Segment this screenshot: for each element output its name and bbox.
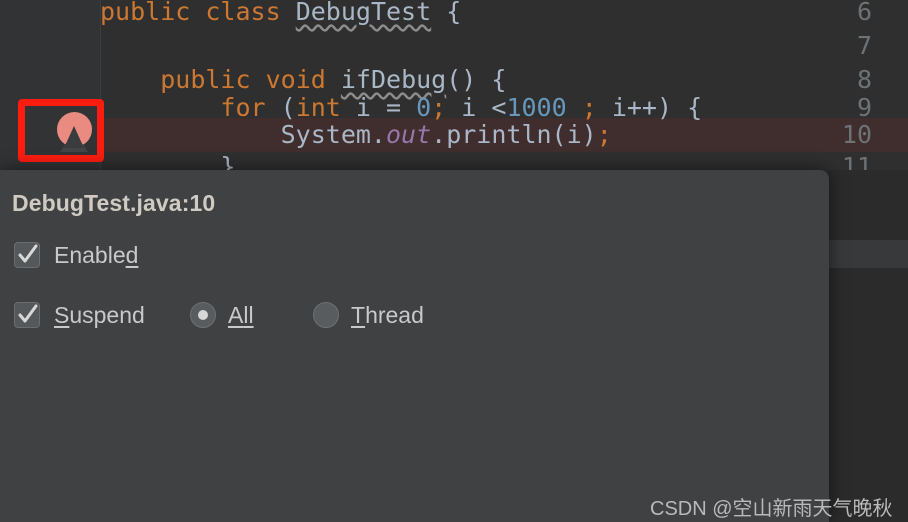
token-keyword-void: void — [265, 65, 326, 94]
check-icon — [18, 304, 38, 323]
watermark: CSDN @空山新雨天气晚秋 — [650, 498, 893, 520]
token-keyword-class: class — [205, 0, 281, 26]
suspend-thread-mnemonic: T — [351, 302, 366, 328]
token-out: out — [385, 120, 432, 149]
token-open-brace: { — [446, 0, 462, 26]
check-icon — [18, 244, 38, 263]
line-number-7: 7 — [856, 31, 872, 60]
editor-right-background-bottom — [828, 268, 908, 522]
suspend-thread-label[interactable]: Thread — [351, 302, 424, 329]
editor-right-background-band — [828, 240, 908, 268]
token-type-debugtest: DebugTest — [295, 0, 432, 26]
suspend-thread-text: hread — [365, 302, 424, 328]
suspend-label-text: uspend — [69, 302, 145, 328]
annotation-breakpoint-rect — [18, 99, 104, 162]
token-method-ifdebug: ifDebug — [340, 65, 447, 94]
token-keyword-public: public — [100, 0, 191, 26]
dialog-title: DebugTest.java:10 — [12, 190, 216, 216]
suspend-label[interactable]: Suspend — [54, 302, 145, 329]
enabled-label[interactable]: Enabled — [54, 242, 138, 269]
code-line-6: public class DebugTest { — [100, 0, 908, 29]
suspend-label-mnemonic: S — [54, 302, 70, 328]
editor-right-background-top — [828, 170, 908, 240]
suspend-all-label[interactable]: All — [228, 302, 254, 329]
token-system: System. — [280, 120, 386, 149]
token-semicolon-3: ; — [596, 120, 612, 149]
token-println: .println(i) — [431, 120, 597, 149]
enabled-label-mnemonic: d — [125, 242, 139, 268]
suspend-all-text: ll — [243, 302, 254, 328]
token-method-tail: () { — [446, 65, 507, 94]
enabled-checkbox[interactable] — [14, 242, 40, 268]
token-keyword-public: public — [160, 65, 251, 94]
code-line-10: System.out.println(i); — [100, 118, 908, 152]
screenshot-root: 6 7 8 9 10 11 public class DebugTest { p… — [0, 0, 908, 522]
breakpoint-properties-dialog: DebugTest.java:10 Enabled Suspend All Th… — [0, 170, 829, 522]
suspend-checkbox[interactable] — [14, 302, 40, 328]
suspend-all-radio[interactable] — [190, 302, 216, 328]
suspend-all-mnemonic: A — [228, 302, 244, 328]
radio-dot — [198, 310, 208, 320]
enabled-label-text: Enable — [54, 242, 126, 268]
suspend-thread-radio[interactable] — [313, 302, 339, 328]
